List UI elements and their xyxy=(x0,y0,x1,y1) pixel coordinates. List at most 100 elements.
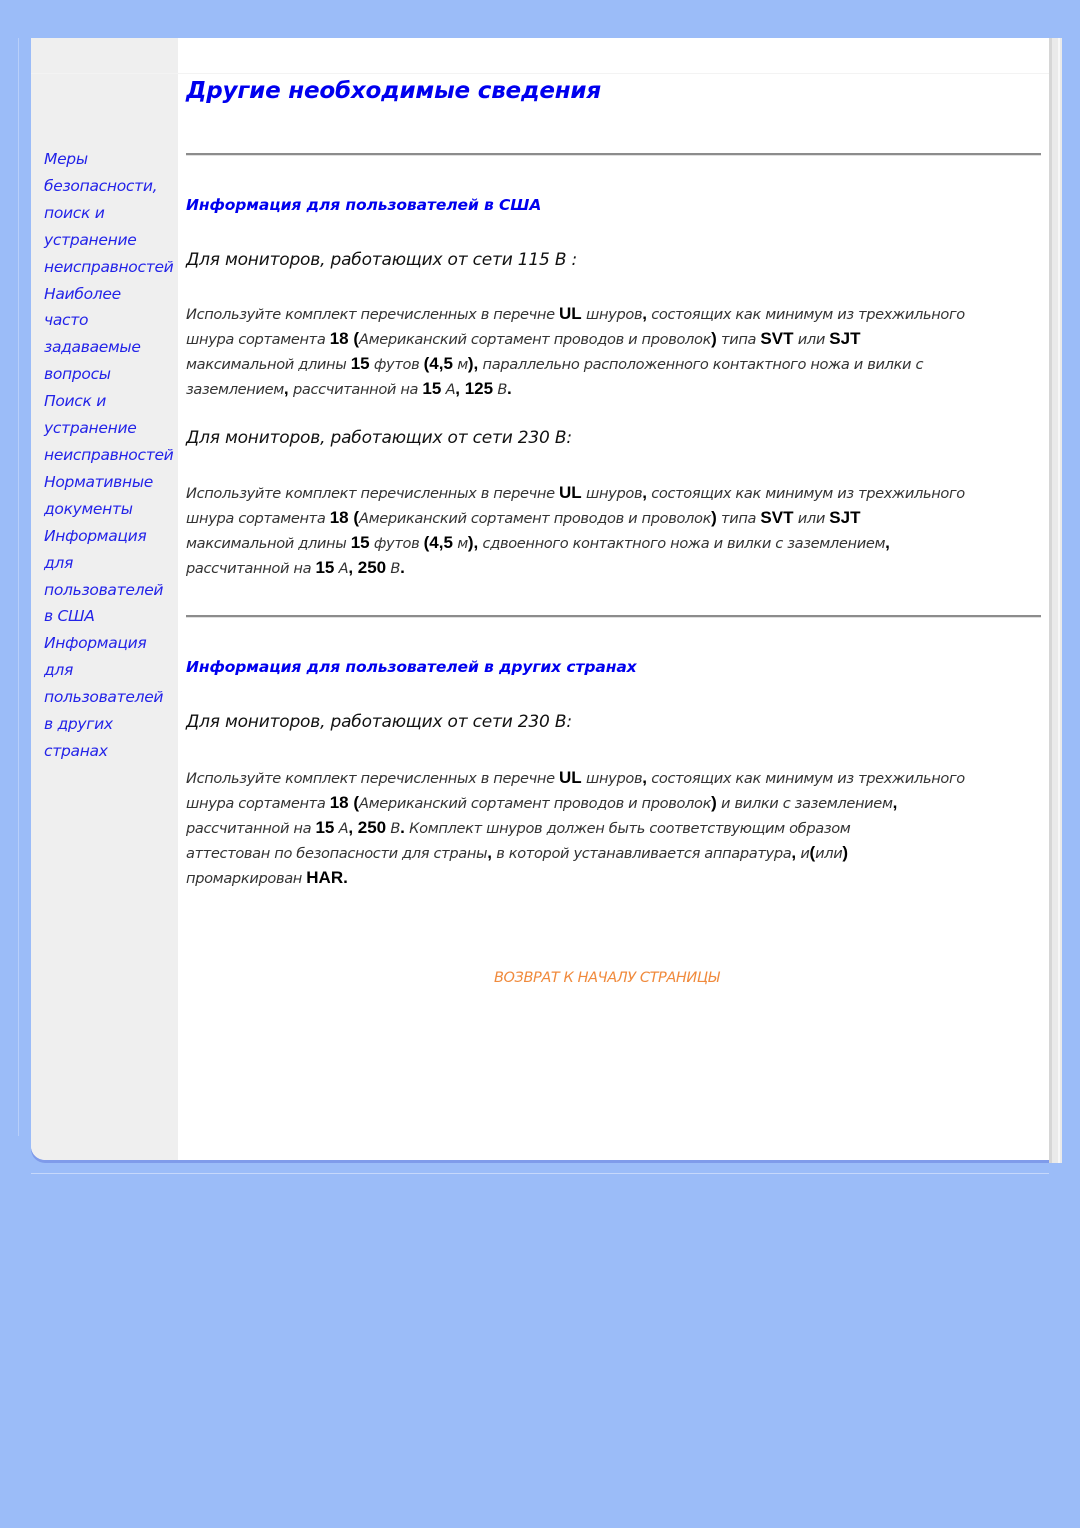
emphasis-text: 15 xyxy=(315,818,335,837)
body-text: состоящих как минимум из трехжильного xyxy=(646,485,965,502)
emphasis-text: , xyxy=(885,533,890,552)
paragraph-line: шнура сортамента 18 (Американский сортам… xyxy=(186,327,1041,352)
divider xyxy=(186,153,1041,156)
page-frame: Меры безопасности, поиск и устранение неиспр… xyxy=(31,38,1049,1160)
body-text: шнура сортамента xyxy=(186,795,330,812)
body-text: состоящих как минимум из трехжильного xyxy=(646,770,965,787)
emphasis-text: 15 xyxy=(422,379,442,398)
body-text: и xyxy=(796,845,810,862)
body-text: шнуров xyxy=(581,306,643,323)
emphasis-text: 15 xyxy=(350,533,370,552)
body-text: Американский сортамент проводов и провол… xyxy=(359,510,712,527)
body-text: максимальной длины xyxy=(186,356,351,373)
body-text: максимальной длины xyxy=(186,535,351,552)
sidebar-item-label-line: в США xyxy=(44,607,95,626)
paragraph-115v: Используйте комплект перечисленных в пер… xyxy=(186,302,1041,402)
subheading-230v-usa: Для мониторов, работающих от сети 230 В: xyxy=(186,428,572,448)
body-text: Американский сортамент проводов и провол… xyxy=(359,795,712,812)
paragraph-line: Используйте комплект перечисленных в пер… xyxy=(186,766,1041,791)
sidebar-item-label-line: устранение xyxy=(44,419,137,438)
emphasis-text: SJT xyxy=(829,329,861,348)
body-text: или xyxy=(793,331,830,348)
emphasis-text: UL xyxy=(559,768,582,787)
paragraph-230v-other: Используйте комплект перечисленных в пер… xyxy=(186,766,1041,891)
body-text: В xyxy=(386,820,401,837)
body-text: В xyxy=(493,381,508,398)
emphasis-text: 18 ( xyxy=(329,329,359,348)
sidebar-item-other-countries-info[interactable]: Информация для пользователей в других страна… xyxy=(44,630,184,765)
emphasis-text: ) xyxy=(842,843,849,862)
paragraph-line: максимальной длины 15 футов (4,5 м), пар… xyxy=(186,352,1041,377)
emphasis-text: SVT xyxy=(760,508,794,527)
sidebar-item-label-line: пользователей xyxy=(44,580,164,599)
sidebar-item-usa-info[interactable]: Информация для пользователей в США xyxy=(44,523,184,631)
right-strip-inner xyxy=(1058,38,1060,1163)
paragraph-230v-usa: Используйте комплект перечисленных в пер… xyxy=(186,481,1041,581)
emphasis-text: , xyxy=(892,793,898,812)
paragraph-line: шнура сортамента 18 (Американский сортам… xyxy=(186,506,1041,531)
sidebar-item-faq[interactable]: Наиболее часто задаваемые вопросы xyxy=(44,281,184,389)
left-decorative-rule xyxy=(18,38,19,1136)
sidebar-item-safety-troubleshooting[interactable]: Меры безопасности, поиск и устранение неиспр… xyxy=(44,146,184,281)
body-text: футов xyxy=(369,535,424,552)
bottom-decorative-rule xyxy=(31,1173,1049,1174)
body-text: типа xyxy=(716,510,761,527)
emphasis-text: 15 xyxy=(315,558,335,577)
sidebar-item-troubleshooting[interactable]: Поиск и устранение неисправностей xyxy=(44,388,184,469)
paragraph-line: шнура сортамента 18 (Американский сортам… xyxy=(186,791,1041,816)
paragraph-line: заземлением, рассчитанной на 15 А, 125 В… xyxy=(186,377,1041,402)
subheading-115v: Для мониторов, работающих от сети 115 В … xyxy=(186,250,578,270)
emphasis-text: , 250 xyxy=(348,558,387,577)
body-text: шнура сортамента xyxy=(186,510,330,527)
body-text: Комплект шнуров должен быть соответствую… xyxy=(404,820,851,837)
emphasis-text: SJT xyxy=(829,508,861,527)
sidebar-item-label-line: пользователей xyxy=(44,688,164,707)
sidebar-item-label-line: Нормативные xyxy=(44,472,154,491)
sidebar-item-label-line: часто xyxy=(44,311,89,330)
emphasis-text: , 250 xyxy=(348,818,387,837)
divider xyxy=(186,615,1041,618)
sidebar-item-label-line: неисправностей xyxy=(44,257,174,276)
paragraph-line: Используйте комплект перечисленных в пер… xyxy=(186,481,1041,506)
emphasis-text: UL xyxy=(559,483,582,502)
emphasis-text: 18 ( xyxy=(329,793,359,812)
sidebar-item-label-line: Меры xyxy=(44,150,88,168)
paragraph-line: максимальной длины 15 футов (4,5 м), сдв… xyxy=(186,531,1041,556)
paragraph-line: промаркирован HAR. xyxy=(186,866,1041,891)
paragraph-line: аттестован по безопасности для страны, в… xyxy=(186,841,1041,866)
emphasis-text: ), xyxy=(467,533,479,552)
body-text: Американский сортамент проводов и провол… xyxy=(359,331,712,348)
sidebar-item-label-line: вопросы xyxy=(44,365,111,384)
paragraph-line: рассчитанной на 15 А, 250 В. xyxy=(186,556,1041,581)
body-text: шнура сортамента xyxy=(186,331,330,348)
sidebar-item-regulatory[interactable]: Нормативные документы xyxy=(44,469,184,523)
body-text: промаркирован xyxy=(186,870,307,887)
sidebar-item-label-line: неисправностей xyxy=(44,445,174,464)
paragraph-line: рассчитанной на 15 А, 250 В. Комплект шн… xyxy=(186,816,1041,841)
body-text: Используйте комплект перечисленных в пер… xyxy=(186,485,560,502)
body-text: рассчитанной на xyxy=(186,560,316,577)
body-text: А xyxy=(334,820,349,837)
emphasis-text: , 125 xyxy=(455,379,494,398)
sidebar-item-label-line: Поиск и xyxy=(44,392,106,411)
sidebar-item-label-line: документы xyxy=(44,499,133,518)
paragraph-line: Используйте комплект перечисленных в пер… xyxy=(186,302,1041,327)
sidebar-item-label-line: безопасности, xyxy=(44,176,158,195)
sidebar-item-label-line: Информация xyxy=(44,634,147,653)
sidebar-item-label-line: поиск и xyxy=(44,203,105,222)
back-to-top-link[interactable]: ВОЗВРАТ К НАЧАЛУ СТРАНИЦЫ xyxy=(494,970,720,986)
body-text: и вилки с заземлением xyxy=(716,795,893,812)
section-heading-usa: Информация для пользователей в США xyxy=(186,196,542,214)
body-text: шнуров xyxy=(581,485,643,502)
sidebar-item-label-line: странах xyxy=(44,741,108,760)
emphasis-text: SVT xyxy=(760,329,794,348)
body-text: м xyxy=(452,535,468,552)
body-text: футов xyxy=(369,356,424,373)
body-text: рассчитанной на xyxy=(186,820,316,837)
emphasis-text: ), xyxy=(467,354,479,373)
sidebar-item-label-line: задаваемые xyxy=(44,338,141,357)
sidebar-nav: Меры безопасности, поиск и устранение неиспр… xyxy=(44,146,184,765)
body-text: или xyxy=(793,510,830,527)
sidebar-item-label-line: в других xyxy=(44,715,113,734)
body-text: шнуров xyxy=(581,770,643,787)
